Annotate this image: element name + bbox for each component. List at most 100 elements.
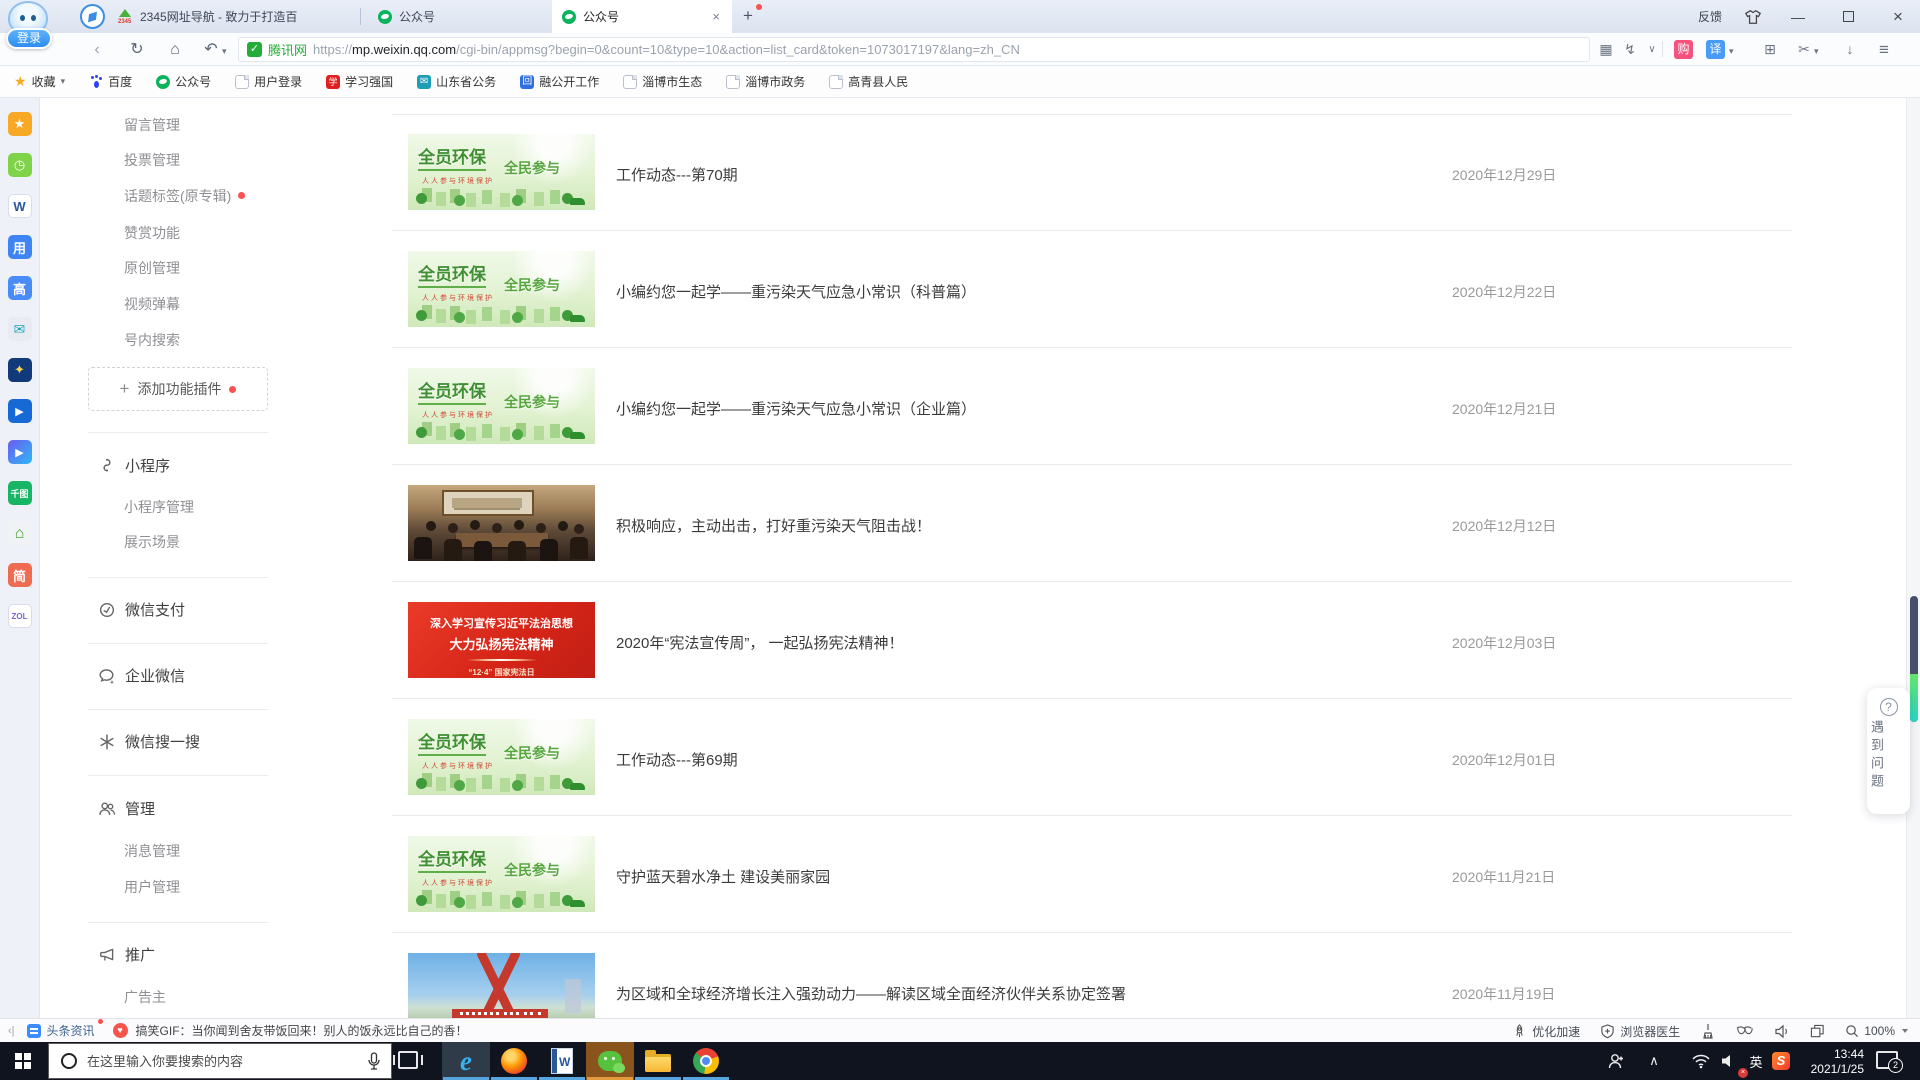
bookmark-zibo-zhengwu[interactable]: 淄博市政务: [726, 73, 805, 90]
new-tab-button[interactable]: +: [737, 6, 759, 28]
menu-icon[interactable]: ≡: [1872, 33, 1896, 66]
news-ticker-text[interactable]: 搞笑GIF：当你闻到舍友带饭回来！别人的饭永远比自己的香！: [136, 1022, 468, 1039]
section-mini-program[interactable]: 小程序: [98, 455, 170, 476]
multi-window-icon[interactable]: [1810, 1024, 1825, 1039]
screenshot-scissors-icon[interactable]: ✂: [1792, 33, 1816, 66]
feedback-helper-widget[interactable]: ? 遇到问题: [1867, 688, 1910, 814]
bookmark-xuexi[interactable]: 学学习强国: [326, 73, 393, 90]
article-thumbnail-meeting-photo[interactable]: [408, 485, 595, 561]
taskbar-app-firefox[interactable]: [490, 1042, 538, 1080]
close-window-button[interactable]: ×: [1884, 7, 1912, 27]
bookmark-baidu[interactable]: 百度: [89, 73, 132, 90]
undo-dropdown-icon[interactable]: ▾: [222, 46, 227, 57]
bookmark-rong[interactable]: 回融公开工作: [520, 73, 599, 90]
article-title[interactable]: 小编约您一起学——重污染天气应急小常识（科普篇）: [616, 281, 976, 302]
article-title[interactable]: 为区域和全球经济增长注入强劲动力——解读区域全面经济伙伴关系协定签署: [616, 983, 1126, 1004]
bookmark-user-login[interactable]: 用户登录: [235, 73, 302, 90]
game-icon[interactable]: ✦: [8, 358, 32, 382]
article-row[interactable]: 全员环保 全民参与 人人参与环境保护 小编约您一起学——重污染天气应急小常识（科…: [392, 231, 1792, 348]
search-input[interactable]: [87, 1054, 337, 1069]
action-center-button[interactable]: 2: [1876, 1051, 1898, 1069]
article-title[interactable]: 小编约您一起学——重污染天气应急小常识（企业篇）: [616, 398, 976, 419]
browser-doctor-button[interactable]: 浏览器医生: [1600, 1023, 1680, 1040]
article-row[interactable]: 全员环保 全民参与 人人参与环境保护 守护蓝天碧水净土 建设美丽家园 2020年…: [392, 816, 1792, 933]
speed-dial-icon[interactable]: [80, 4, 105, 29]
skin-icon[interactable]: [1744, 9, 1762, 25]
split-screen-icon[interactable]: ⊞: [1758, 33, 1782, 66]
home-site-icon[interactable]: ⌂: [8, 522, 32, 546]
sidebar-item-mini-program-manage[interactable]: 小程序管理: [124, 497, 194, 517]
sidebar-item-user-manage[interactable]: 用户管理: [124, 877, 180, 897]
section-work-wechat[interactable]: 企业微信: [98, 665, 185, 686]
section-wechat-search[interactable]: 微信搜一搜: [98, 731, 200, 752]
taskbar-app-chrome[interactable]: [682, 1042, 730, 1080]
bookmark-zibo-shengtai[interactable]: 淄博市生态: [623, 73, 702, 90]
addressbar-dropdown-icon[interactable]: ∨: [1640, 33, 1664, 66]
article-title[interactable]: 守护蓝天碧水净土 建设美丽家园: [616, 866, 830, 887]
article-thumbnail-green-banner[interactable]: 全员环保 全民参与 人人参与环境保护: [408, 251, 595, 327]
article-thumbnail-green-banner[interactable]: 全员环保 全民参与 人人参与环境保护: [408, 368, 595, 444]
close-tab-icon[interactable]: ×: [710, 9, 722, 24]
article-title[interactable]: 积极响应，主动出击，打好重污染天气阻击战！: [616, 515, 931, 536]
zol-icon[interactable]: ZOL: [8, 604, 32, 628]
add-plugin-button[interactable]: + 添加功能插件: [88, 367, 268, 411]
url-text[interactable]: https://mp.weixin.qq.com/cgi-bin/appmsg?…: [313, 42, 1020, 57]
jian-app-icon[interactable]: 简: [8, 563, 32, 587]
refresh-button[interactable]: ↻: [124, 33, 150, 66]
sidebar-item-msg-manage[interactable]: 消息管理: [124, 841, 180, 861]
sidebar-item-message-manage[interactable]: 留言管理: [124, 115, 180, 135]
word-doc-icon[interactable]: W: [8, 194, 32, 218]
sidebar-item-topic-tags[interactable]: 话题标签(原专辑): [124, 186, 245, 206]
page-scrollbar[interactable]: [1906, 98, 1920, 1018]
yong-app-icon[interactable]: 用: [8, 235, 32, 259]
article-thumbnail-arch-photo[interactable]: [408, 953, 595, 1018]
toutiao-icon[interactable]: [27, 1024, 41, 1038]
login-button[interactable]: 登录: [6, 28, 52, 49]
zoom-control[interactable]: 100%: [1845, 1024, 1908, 1038]
tab-gongzhonghao-active[interactable]: 公众号 ×: [552, 0, 732, 33]
people-button[interactable]: [1596, 1042, 1636, 1080]
qr-code-icon[interactable]: ▦: [1594, 33, 1618, 66]
article-thumbnail-green-banner[interactable]: 全员环保 全民参与 人人参与环境保护: [408, 836, 595, 912]
home-button[interactable]: ⌂: [162, 33, 188, 66]
back-button[interactable]: ‹: [84, 33, 110, 66]
volume-indicator[interactable]: ×: [1714, 1042, 1744, 1080]
article-title[interactable]: 2020年“宪法宣传周”， 一起弘扬宪法精神！: [616, 632, 904, 653]
screenshot-dropdown-icon[interactable]: ▾: [1814, 46, 1819, 57]
restore-button[interactable]: [1834, 9, 1862, 25]
translate-dropdown-icon[interactable]: ▾: [1729, 46, 1734, 57]
section-manage[interactable]: 管理: [98, 798, 155, 819]
article-title[interactable]: 工作动态---第70期: [616, 164, 738, 185]
article-row[interactable]: 全员环保 全民参与 人人参与环境保护 工作动态---第70期 2020年12月2…: [392, 114, 1792, 231]
microphone-icon[interactable]: [367, 1052, 381, 1072]
clean-broom-icon[interactable]: [1700, 1023, 1716, 1039]
article-thumbnail-red-banner[interactable]: 深入学习宣传习近平法治思想 大力弘扬宪法精神 “12·4” 国家宪法日: [408, 602, 595, 678]
address-bar[interactable]: ✓ 腾讯网 https://mp.weixin.qq.com/cgi-bin/a…: [238, 37, 1590, 62]
collapse-icon[interactable]: ‹|: [8, 1025, 15, 1037]
taskbar-search-box[interactable]: [48, 1043, 392, 1079]
sidebar-item-advertiser[interactable]: 广告主: [124, 987, 166, 1007]
download-icon[interactable]: ↓: [1838, 33, 1862, 66]
show-hidden-icons[interactable]: ∧: [1638, 1042, 1670, 1080]
gao-app-icon[interactable]: 高: [8, 276, 32, 300]
bookmark-shandong[interactable]: ✉山东省公务: [417, 73, 496, 90]
favorites-menu[interactable]: ★ 收藏 ▾: [14, 73, 65, 90]
toutiao-label[interactable]: 头条资讯: [47, 1022, 95, 1039]
sogou-input-icon[interactable]: S: [1766, 1042, 1796, 1080]
undo-close-button[interactable]: ↶: [198, 33, 224, 66]
scrollbar-thumb[interactable]: [1910, 596, 1918, 722]
tab-gongzhonghao-1[interactable]: 公众号: [368, 0, 548, 33]
bookmark-gongzhonghao[interactable]: 公众号: [156, 73, 211, 90]
bookmark-gaoqing[interactable]: 高青县人民: [829, 73, 908, 90]
sound-icon[interactable]: [1774, 1024, 1790, 1039]
article-row[interactable]: 全员环保 全民参与 人人参与环境保护 小编约您一起学——重污染天气应急小常识（企…: [392, 348, 1792, 465]
sidebar-item-display-scene[interactable]: 展示场景: [124, 532, 180, 552]
taskbar-app-word[interactable]: [538, 1042, 586, 1080]
article-row[interactable]: 为区域和全球经济增长注入强劲动力——解读区域全面经济伙伴关系协定签署 2020年…: [392, 933, 1792, 1018]
minimize-button[interactable]: —: [1784, 9, 1812, 25]
reading-mode-icon[interactable]: [1736, 1024, 1754, 1038]
video-player-icon[interactable]: ▶: [8, 399, 32, 423]
article-title[interactable]: 工作动态---第69期: [616, 749, 738, 770]
sidebar-item-original[interactable]: 原创管理: [124, 258, 180, 278]
article-row[interactable]: 积极响应，主动出击，打好重污染天气阻击战！ 2020年12月12日: [392, 465, 1792, 582]
